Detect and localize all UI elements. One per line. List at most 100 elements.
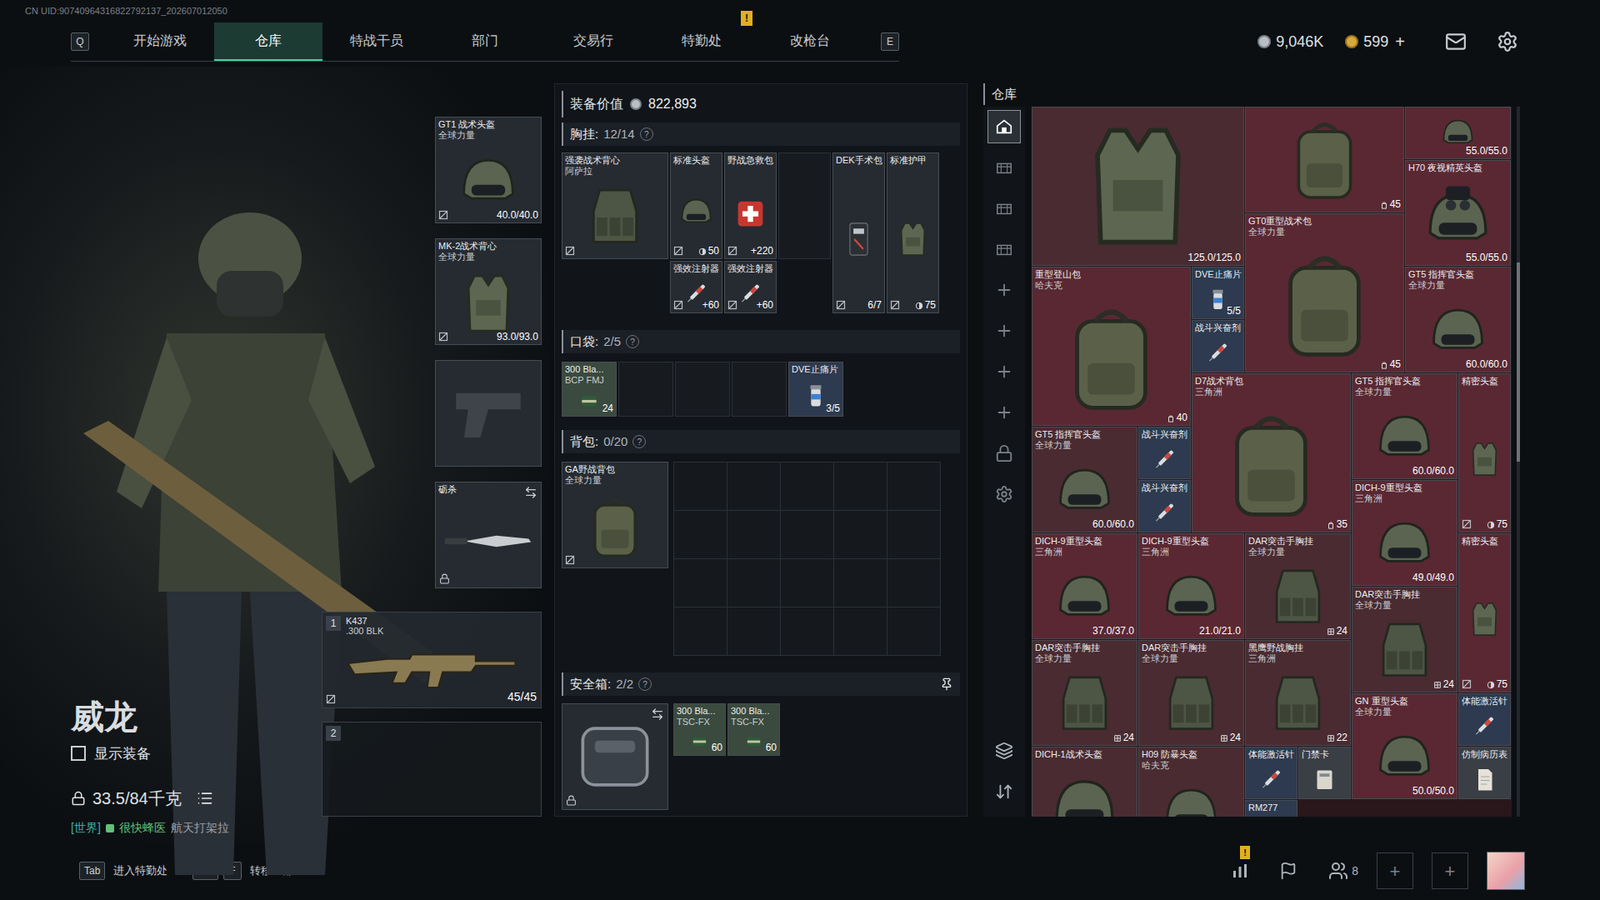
item-card[interactable]: RM277 — [1245, 800, 1298, 817]
empty-slot[interactable] — [834, 462, 888, 511]
item-card[interactable]: 45 — [1245, 106, 1405, 213]
nav-tab[interactable]: 部门 — [430, 22, 540, 61]
item-card[interactable]: DICH-9重型头盔三角洲49.0/49.0 — [1351, 480, 1458, 586]
item-card[interactable]: D7战术背包三角洲35 — [1191, 373, 1351, 533]
item-card[interactable]: DAR突击手胸挂全球力量24 — [1031, 640, 1138, 746]
item-card[interactable] — [561, 703, 669, 810]
warehouse-tab[interactable] — [987, 436, 1021, 470]
pin-icon[interactable] — [940, 677, 954, 691]
bar-tool[interactable] — [1273, 855, 1304, 886]
item-card[interactable]: 体能激活针 — [1245, 746, 1298, 800]
squad-slot[interactable]: + — [1376, 852, 1414, 890]
warehouse-tab[interactable] — [987, 355, 1021, 389]
item-card[interactable] — [435, 360, 542, 467]
item-card[interactable]: GN 重型头盔全球力量50.0/50.0 — [1351, 693, 1458, 800]
item-card[interactable]: 125.0/125.0 — [1031, 106, 1245, 266]
warehouse-tab[interactable] — [987, 232, 1021, 266]
nav-tab[interactable]: 特勤处! — [647, 22, 756, 61]
weapon-slot[interactable]: 2 — [321, 721, 542, 817]
item-card[interactable]: GT5 指挥官头盔全球力量60.0/60.0 — [1031, 426, 1138, 533]
empty-slot[interactable] — [780, 462, 835, 511]
key-hint[interactable]: Tab进入特勤处 — [79, 861, 168, 880]
empty-slot[interactable] — [727, 462, 781, 511]
show-gear-toggle[interactable]: 显示装备 — [70, 743, 322, 765]
help-icon[interactable]: ? — [640, 127, 654, 141]
empty-slot[interactable] — [834, 559, 888, 608]
item-card[interactable]: 300 Bla...TSC-FX60 — [727, 703, 780, 756]
item-card[interactable]: 强效注射器+60 — [670, 260, 723, 314]
item-card[interactable]: DAR突击手胸挂全球力量24 — [1245, 533, 1351, 640]
warehouse-tab[interactable] — [987, 314, 1021, 348]
item-card[interactable]: GT1 战术头盔全球力量40.0/40.0 — [435, 116, 542, 224]
empty-slot[interactable] — [675, 361, 730, 417]
item-card[interactable]: 仿制病历表 — [1458, 746, 1511, 800]
empty-slot[interactable] — [887, 607, 941, 656]
item-card[interactable]: 300 Bla...BCP FMJ24 — [561, 361, 617, 417]
nav-tab[interactable]: 特战干员 — [322, 22, 431, 61]
warehouse-tool[interactable] — [987, 734, 1021, 768]
empty-slot[interactable] — [727, 559, 781, 608]
player-avatar[interactable] — [1486, 851, 1525, 890]
warehouse-tab[interactable] — [987, 150, 1021, 185]
swap-icon[interactable] — [524, 485, 538, 500]
warehouse-tab[interactable] — [987, 110, 1021, 144]
help-icon[interactable]: ? — [625, 335, 640, 349]
empty-slot[interactable] — [674, 462, 728, 511]
weapon-slot[interactable]: 1K437.300 BLK45/45 — [321, 611, 542, 709]
empty-slot[interactable] — [727, 510, 781, 560]
item-card[interactable]: GT5 指挥官头盔全球力量60.0/60.0 — [1351, 373, 1458, 480]
nav-tab[interactable]: 交易行 — [539, 22, 648, 61]
item-card[interactable]: 标准护甲75 — [886, 152, 940, 314]
item-card[interactable]: 300 Bla...TSC-FX60 — [673, 703, 726, 756]
item-card[interactable]: H09 防暴头盔哈夫克 — [1138, 746, 1245, 817]
item-card[interactable]: GA野战背包全球力量 — [561, 461, 669, 569]
warehouse-tool[interactable] — [987, 775, 1021, 809]
item-card[interactable]: DICH-1战术头盔 — [1031, 746, 1138, 817]
add-gold-button[interactable]: + — [1393, 29, 1407, 55]
warehouse-scrollbar[interactable] — [1516, 106, 1520, 817]
item-card[interactable]: GT5 指挥官头盔全球力量60.0/60.0 — [1405, 266, 1511, 373]
empty-slot[interactable] — [887, 559, 941, 608]
scroll-thumb[interactable] — [1516, 262, 1520, 462]
bar-tool[interactable]: ! — [1225, 855, 1255, 886]
item-card[interactable]: MK-2战术背心全球力量93.0/93.0 — [435, 238, 542, 345]
item-card[interactable]: 55.0/55.0 — [1405, 106, 1511, 160]
item-card[interactable]: 野战急救包+220 — [724, 152, 777, 260]
item-card[interactable]: DICH-9重型头盔三角洲37.0/37.0 — [1031, 533, 1138, 640]
squad-slot[interactable]: + — [1431, 852, 1469, 890]
empty-slot[interactable] — [731, 361, 787, 417]
empty-slot[interactable] — [834, 510, 888, 560]
empty-slot[interactable] — [727, 607, 781, 656]
mail-icon[interactable] — [1445, 30, 1467, 53]
warehouse-tab[interactable] — [987, 477, 1021, 511]
empty-slot[interactable] — [778, 152, 831, 260]
item-card[interactable]: 强效注射器+60 — [724, 260, 777, 314]
nav-tab[interactable]: 仓库 — [214, 22, 323, 61]
gear-icon[interactable] — [1496, 30, 1519, 53]
item-card[interactable]: 战斗兴奋剂 — [1138, 426, 1191, 480]
empty-slot[interactable] — [780, 510, 835, 560]
item-card[interactable]: 战斗兴奋剂 — [1138, 480, 1191, 533]
item-card[interactable]: 标准头盔50 — [670, 152, 723, 260]
empty-slot[interactable] — [887, 462, 941, 511]
empty-slot[interactable] — [834, 607, 888, 656]
show-gear-checkbox[interactable] — [70, 745, 86, 761]
warehouse-tab[interactable] — [987, 395, 1021, 430]
item-card[interactable]: 体能激活针 — [1458, 693, 1511, 746]
empty-slot[interactable] — [618, 361, 674, 417]
swap-icon[interactable] — [650, 707, 665, 721]
warehouse-tab[interactable] — [987, 273, 1021, 307]
empty-slot[interactable] — [780, 607, 835, 656]
item-card[interactable]: 精密头盔75 — [1458, 373, 1511, 533]
help-icon[interactable]: ? — [638, 677, 652, 691]
item-card[interactable]: 战斗兴奋剂 — [1191, 320, 1245, 373]
friends-button[interactable]: 8 — [1328, 860, 1359, 881]
item-card[interactable]: DAR突击手胸挂全球力量24 — [1138, 640, 1245, 746]
item-card[interactable]: H70 夜视精英头盔55.0/55.0 — [1405, 160, 1511, 266]
item-card[interactable]: 门禁卡 — [1298, 746, 1351, 800]
item-card[interactable]: DAR突击手胸挂全球力量24 — [1351, 586, 1458, 693]
empty-slot[interactable] — [674, 607, 728, 656]
help-icon[interactable]: ? — [632, 435, 646, 449]
item-card[interactable]: 砺杀 — [435, 481, 542, 589]
empty-slot[interactable] — [674, 559, 728, 608]
